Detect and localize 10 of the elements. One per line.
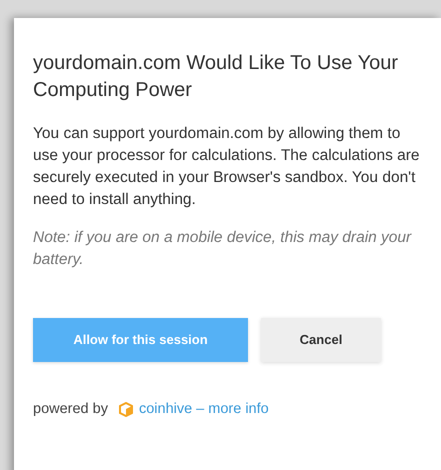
separator-dash: –	[196, 400, 204, 419]
coinhive-link[interactable]: coinhive	[138, 399, 192, 421]
allow-button[interactable]: Allow for this session	[33, 318, 248, 362]
powered-by-label: powered by	[33, 400, 108, 419]
note-text: Note: if you are on a mobile device, this may drain your battery.	[33, 228, 413, 270]
dialog-title: yourdomain.com Would Like To Use Your Computing Power	[33, 51, 400, 103]
more-info-link[interactable]: more info	[208, 399, 269, 421]
cancel-button[interactable]: Cancel	[261, 318, 381, 362]
dialog-message: You can support yourdomain.com by allowing them to use your processor for calculations. The calculations are securely executed in your Browser's sandbox. You don't need to install anything.	[33, 124, 421, 210]
cube-icon	[118, 402, 133, 418]
